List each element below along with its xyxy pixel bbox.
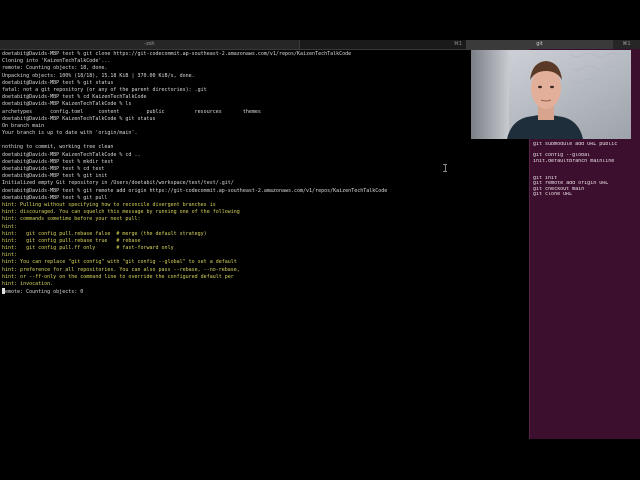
note-line: git clone URL (533, 192, 573, 198)
tab-fourth[interactable]: ⌘1 (613, 40, 640, 49)
terminal-line: hint: or --ff-only on the command line t… (2, 273, 234, 280)
terminal-line: hint: commands sometime before your next… (2, 216, 141, 223)
tab-shortcut: ⌘1 (622, 41, 631, 47)
terminal-line: hint: Pulling without specifying how to … (2, 201, 216, 208)
terminal-line: doetabit@Davids-MBP KaizenTechTalkCode %… (2, 101, 132, 108)
text-cursor-icon (443, 164, 447, 172)
terminal-line: doetabit@Davids-MBP test % cd test (2, 166, 105, 172)
terminal-line: archetypes config.toml content public re… (2, 108, 261, 115)
terminal-line: doetabit@Davids-MBP test % git status (2, 79, 114, 86)
tab-zsh[interactable]: -zsh (0, 40, 300, 49)
terminal-line: doetabit@Davids-MBP test % cd KaizenTech… (2, 94, 147, 101)
terminal-line: doetabit@Davids-MBP KaizenTechTalkCode %… (2, 151, 141, 158)
terminal-line: hint: git config pull.ff only # fast-for… (2, 245, 174, 252)
tab-git[interactable]: git (467, 40, 613, 49)
tab-zsh-label: -zsh (144, 41, 155, 47)
terminal-line: Initialized empty Git repository in /Use… (2, 180, 234, 187)
terminal-line: doetabit@Davids-MBP KaizenTechTalkCode %… (2, 115, 156, 122)
terminal-output[interactable]: doetabit@Davids-MBP test % git clone htt… (2, 51, 527, 471)
terminal-line: On branch main (2, 122, 45, 129)
terminal-line: hint: You can replace "git config" with … (2, 259, 237, 266)
terminal-current-line: emote: Counting objects: 0 (2, 288, 527, 295)
tab-git-label: git (536, 41, 543, 47)
terminal-line: hint: git config pull.rebase false # mer… (2, 230, 207, 237)
webcam-overlay (471, 50, 631, 139)
terminal-line: hint: discouraged. You can squelch this … (2, 209, 240, 216)
terminal-line: hint: git config pull.rebase true # reba… (2, 237, 141, 244)
terminal-current-text: emote: Counting objects: 0 (5, 289, 84, 296)
terminal-line: Your branch is up to date with 'origin/m… (2, 130, 138, 137)
terminal-line: Unpacking objects: 100% (18/18), 15.18 K… (2, 72, 195, 79)
terminal-line: nothing to commit, working tree clean (2, 144, 114, 151)
terminal-line: doetabit@Davids-MBP test % mkdir test (2, 158, 114, 165)
terminal-line: fatal: not a git repository (or any of t… (2, 86, 207, 93)
tab-second[interactable]: ⌘1 (300, 40, 467, 49)
terminal-line: Cloning into 'KaizenTechTalkCode'... (2, 58, 111, 65)
tab-shortcut: ⌘1 (453, 41, 462, 47)
presenter-video-image (471, 50, 631, 139)
terminal-line: hint: invocation. (2, 281, 54, 287)
terminal-line: doetabit@Davids-MBP test % git pull (2, 194, 108, 201)
terminal-line: hint: preference for all repositories. Y… (2, 266, 240, 273)
terminal-line: remote: Counting objects: 18, done. (2, 65, 108, 72)
terminal-line: doetabit@Davids-MBP test % git init (2, 173, 108, 180)
terminal-line: doetabit@Davids-MBP test % git clone htt… (2, 51, 352, 57)
terminal-line: doetabit@Davids-MBP test % git remote ad… (2, 187, 388, 194)
terminal-line: hint: (2, 252, 18, 259)
terminal-line: hint: (2, 223, 18, 230)
notes-list: git submodule add URL public git config -… (533, 142, 639, 198)
